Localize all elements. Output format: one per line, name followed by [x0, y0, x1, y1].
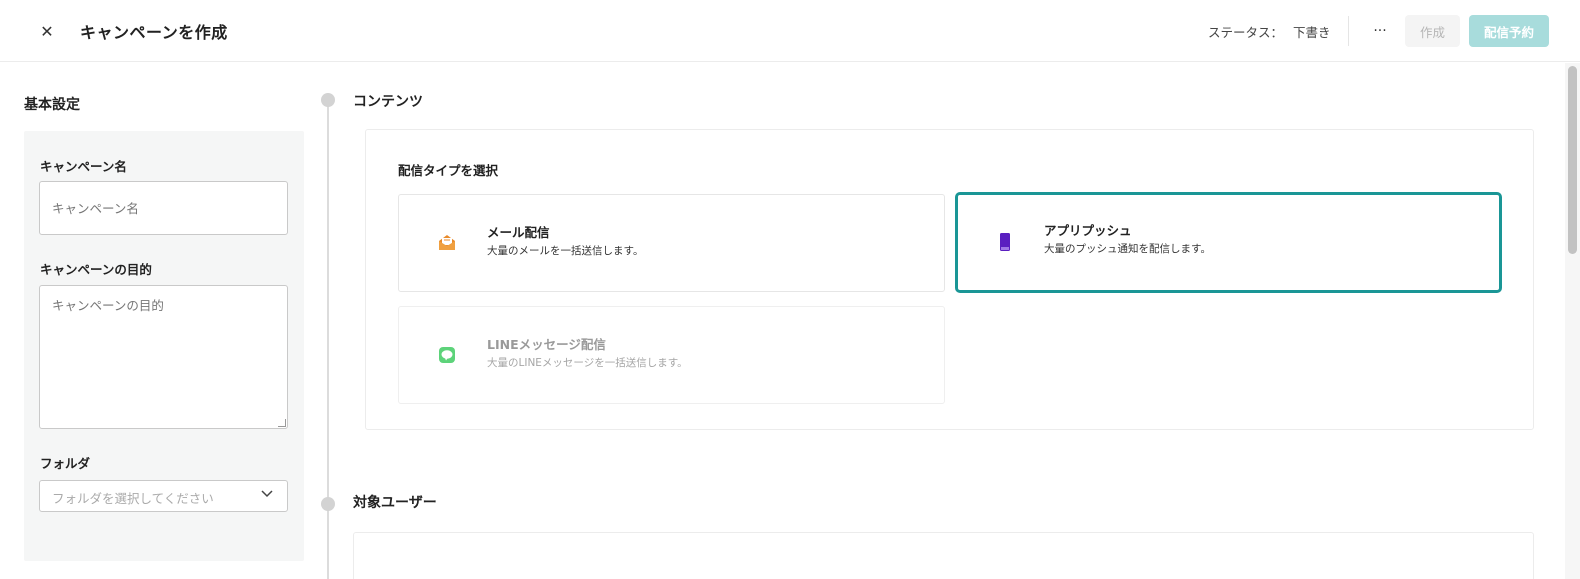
page-title: キャンペーンを作成 [80, 23, 228, 42]
target-users-card [353, 532, 1534, 579]
scrollbar-thumb[interactable] [1568, 66, 1577, 254]
folder-select[interactable]: フォルダを選択してください [39, 480, 288, 512]
target-users-heading: 対象ユーザー [353, 495, 437, 511]
line-type-description: 大量のLINEメッセージを一括送信します。 [487, 357, 688, 369]
smartphone-icon [995, 232, 1015, 252]
chevron-down-icon [261, 488, 273, 501]
status-value: 下書き [1293, 25, 1331, 40]
delivery-type-heading: 配信タイプを選択 [398, 163, 499, 178]
app-push-type-title: アプリプッシュ [1044, 223, 1132, 238]
top-header: ✕ キャンペーンを作成 ステータス： 下書き ··· 作成 配信予約 [0, 0, 1580, 62]
close-button[interactable]: ✕ [36, 20, 58, 42]
campaign-purpose-wrapper [39, 285, 288, 429]
status-label: ステータス： [1208, 25, 1284, 40]
campaign-purpose-textarea[interactable] [39, 285, 288, 429]
email-type-title: メール配信 [487, 225, 550, 240]
campaign-name-label: キャンペーン名 [40, 159, 127, 174]
email-type-description: 大量のメールを一括送信します。 [487, 245, 644, 257]
folder-select-placeholder: フォルダを選択してください [52, 491, 214, 506]
folder-label: フォルダ [40, 456, 91, 471]
more-options-button[interactable]: ··· [1366, 16, 1394, 46]
content-heading: コンテンツ [353, 94, 423, 110]
timeline-dot-content [321, 93, 335, 107]
basic-settings-panel: キャンペーン名 キャンペーンの目的 フォルダ フォルダを選択してください [24, 131, 304, 561]
close-icon: ✕ [40, 21, 54, 41]
delivery-type-line[interactable]: LINEメッセージ配信 大量のLINEメッセージを一括送信します。 [398, 306, 945, 404]
campaign-name-input[interactable] [39, 181, 288, 235]
line-type-title: LINEメッセージ配信 [487, 337, 606, 352]
envelope-icon [437, 233, 457, 253]
header-divider [1348, 16, 1349, 46]
delivery-type-app-push[interactable]: アプリプッシュ 大量のプッシュ通知を配信します。 [955, 192, 1502, 293]
timeline-dot-target [321, 497, 335, 511]
app-push-type-description: 大量のプッシュ通知を配信します。 [1044, 243, 1211, 255]
resize-handle[interactable] [278, 419, 286, 427]
basic-settings-heading: 基本設定 [24, 97, 80, 113]
content-card: 配信タイプを選択 メール配信 大量のメールを一括送信します。 アプリプッシュ 大… [365, 129, 1534, 430]
delivery-type-email[interactable]: メール配信 大量のメールを一括送信します。 [398, 194, 945, 292]
status-indicator: ステータス： 下書き [1208, 22, 1331, 41]
schedule-delivery-button[interactable]: 配信予約 [1469, 15, 1549, 47]
create-button[interactable]: 作成 [1405, 15, 1460, 47]
line-chat-icon [437, 345, 457, 365]
campaign-purpose-label: キャンペーンの目的 [40, 262, 152, 277]
